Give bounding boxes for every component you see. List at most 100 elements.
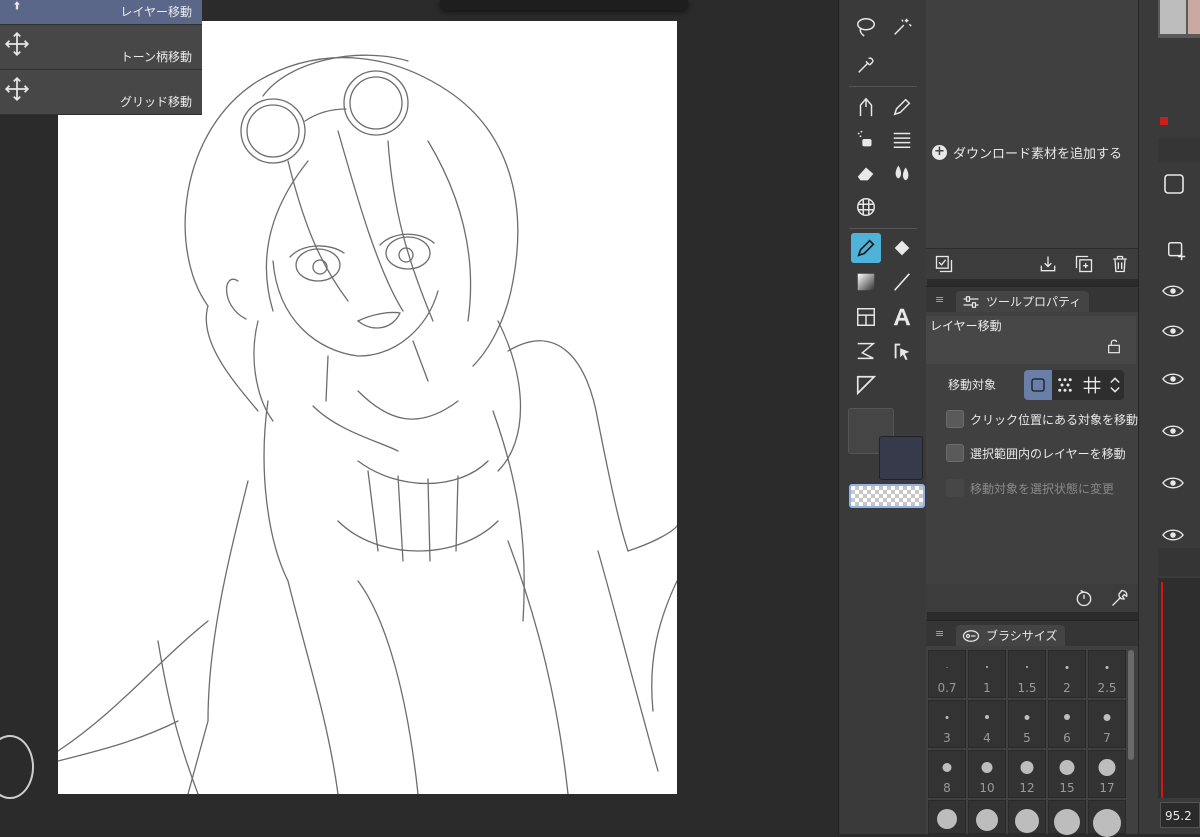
- line-icon[interactable]: [887, 267, 917, 297]
- timeline-playhead[interactable]: [1161, 582, 1163, 798]
- subtool-item-layer-move[interactable]: レイヤー移動: [0, 0, 202, 25]
- pencil-icon[interactable]: [887, 92, 917, 122]
- wrench-icon[interactable]: [1110, 588, 1130, 608]
- text-icon[interactable]: [887, 302, 917, 332]
- transparent-color-swatch[interactable]: [849, 484, 925, 508]
- brush-size-cell[interactable]: 5: [1008, 700, 1046, 748]
- reset-timer-icon[interactable]: [1074, 588, 1094, 608]
- pen-nib-icon[interactable]: [851, 92, 881, 122]
- brush-size-value: 15: [1059, 781, 1075, 795]
- import-icon[interactable]: [1038, 254, 1058, 274]
- brush-size-cell[interactable]: 1.5: [1008, 650, 1046, 698]
- subtool-item-grid-move[interactable]: グリッド移動: [0, 70, 202, 115]
- brush-size-cell[interactable]: 8: [928, 750, 966, 798]
- color-swatch[interactable]: [1188, 0, 1200, 34]
- brush-size-cell[interactable]: 3: [928, 700, 966, 748]
- unlock-icon[interactable]: [1106, 338, 1122, 354]
- fill-pen-icon[interactable]: [851, 233, 881, 263]
- rect-select-icon[interactable]: [1162, 172, 1186, 196]
- move-target-label: 移動対象: [948, 378, 997, 392]
- gradient-icon[interactable]: [851, 267, 881, 297]
- color-swatch[interactable]: [1160, 0, 1186, 34]
- checkbox-click-position[interactable]: [946, 410, 964, 428]
- brush-size-cell[interactable]: 4: [968, 700, 1006, 748]
- brush-size-cell[interactable]: [1048, 800, 1086, 835]
- eye-icon[interactable]: [1162, 476, 1184, 490]
- brush-size-value: 5: [1023, 731, 1031, 745]
- brush-size-cell[interactable]: 6: [1048, 700, 1086, 748]
- tool-property-tab-label: ツールプロパティ: [986, 295, 1082, 309]
- brush-size-cell[interactable]: 15: [1048, 750, 1086, 798]
- tool-palette: [838, 0, 927, 834]
- eye-icon[interactable]: [1162, 284, 1184, 298]
- brush-size-dot: [945, 715, 949, 719]
- brush-size-dot: [1059, 759, 1075, 775]
- brush-size-cell[interactable]: 17: [1088, 750, 1126, 798]
- sub-color-swatch[interactable]: [879, 436, 923, 480]
- option-label-disabled: 移動対象を選択状態に変更: [970, 482, 1115, 496]
- tab-tool-property[interactable]: ツールプロパティ: [956, 291, 1090, 313]
- brush-size-cell[interactable]: 1: [968, 650, 1006, 698]
- brush-size-cell[interactable]: [1088, 800, 1126, 837]
- brush-size-header: ≡ ブラシサイズ: [926, 620, 1138, 647]
- panel-menu-icon[interactable]: ≡: [935, 293, 945, 306]
- timeline-header: [1158, 548, 1200, 576]
- brush-size-cell[interactable]: 2: [1048, 650, 1086, 698]
- duplicate-icon[interactable]: [1074, 254, 1094, 274]
- eye-icon[interactable]: [1162, 528, 1184, 542]
- eraser-icon[interactable]: [851, 158, 881, 188]
- timeline-area[interactable]: [1158, 578, 1200, 798]
- trash-icon[interactable]: [1110, 254, 1130, 274]
- subtool-settings-icon[interactable]: [934, 254, 954, 274]
- move-target-tone-button[interactable]: [1056, 376, 1074, 394]
- brush-size-dot: [1093, 809, 1121, 837]
- brush-size-value: 4: [983, 731, 991, 745]
- brush-size-value: 7: [1103, 731, 1111, 745]
- brush-size-value: 17: [1099, 781, 1115, 795]
- decoration-lines-icon[interactable]: [887, 124, 917, 154]
- lasso-icon[interactable]: [851, 12, 881, 42]
- correct-line-icon[interactable]: [887, 336, 917, 366]
- panel-menu-icon[interactable]: ≡: [935, 627, 945, 640]
- checkbox-selection-layer[interactable]: [946, 444, 964, 462]
- tab-brush-size[interactable]: ブラシサイズ: [956, 625, 1066, 647]
- eye-icon[interactable]: [1162, 324, 1184, 338]
- tool-property-bottom-bar: [926, 584, 1138, 612]
- brush-size-value: 12: [1019, 781, 1035, 795]
- eye-icon[interactable]: [1162, 372, 1184, 386]
- brush-size-cell[interactable]: 10: [968, 750, 1006, 798]
- corner-triangle-icon[interactable]: [851, 370, 881, 400]
- brush-size-scrollbar[interactable]: [1128, 650, 1134, 760]
- brush-size-cell[interactable]: 0.7: [928, 650, 966, 698]
- brush-size-cell[interactable]: [968, 800, 1006, 834]
- zoom-level[interactable]: 95.2: [1160, 802, 1200, 828]
- sliders-icon: [963, 296, 979, 308]
- move-target-layer-button[interactable]: [1024, 370, 1052, 400]
- brush-size-cell[interactable]: 2.5: [1088, 650, 1126, 698]
- move-target-grid-button[interactable]: [1082, 375, 1102, 395]
- brush-size-dot: [1015, 809, 1039, 833]
- paint-bucket-icon[interactable]: [887, 233, 917, 263]
- figure-ruler-icon[interactable]: [851, 192, 881, 222]
- magic-wand-icon[interactable]: [887, 12, 917, 42]
- brush-size-cell[interactable]: [928, 800, 966, 834]
- subtool-item-tone-move[interactable]: トーン柄移動: [0, 25, 202, 70]
- subtool-bottom-bar: [926, 248, 1138, 279]
- brush-size-dot: [981, 761, 993, 773]
- chevron-updown-icon[interactable]: [1108, 375, 1122, 395]
- frame-border-icon[interactable]: [851, 302, 881, 332]
- new-layer-icon[interactable]: [1166, 240, 1188, 262]
- brush-size-value: 0.7: [937, 681, 957, 695]
- brush-size-dot: [937, 809, 957, 829]
- airbrush-icon[interactable]: [851, 124, 881, 154]
- brush-size-cell[interactable]: 7: [1088, 700, 1126, 748]
- brush-size-cell[interactable]: [1008, 800, 1046, 834]
- move-cross-icon: [4, 76, 30, 102]
- red-marker: [1160, 117, 1168, 125]
- add-download-material-button[interactable]: + ダウンロード素材を追加する: [932, 143, 1122, 162]
- brush-size-cell[interactable]: 12: [1008, 750, 1046, 798]
- balloon-tail-icon[interactable]: [851, 336, 881, 366]
- eye-icon[interactable]: [1162, 424, 1184, 438]
- eyedropper-icon[interactable]: [851, 50, 881, 80]
- blend-drops-icon[interactable]: [887, 158, 917, 188]
